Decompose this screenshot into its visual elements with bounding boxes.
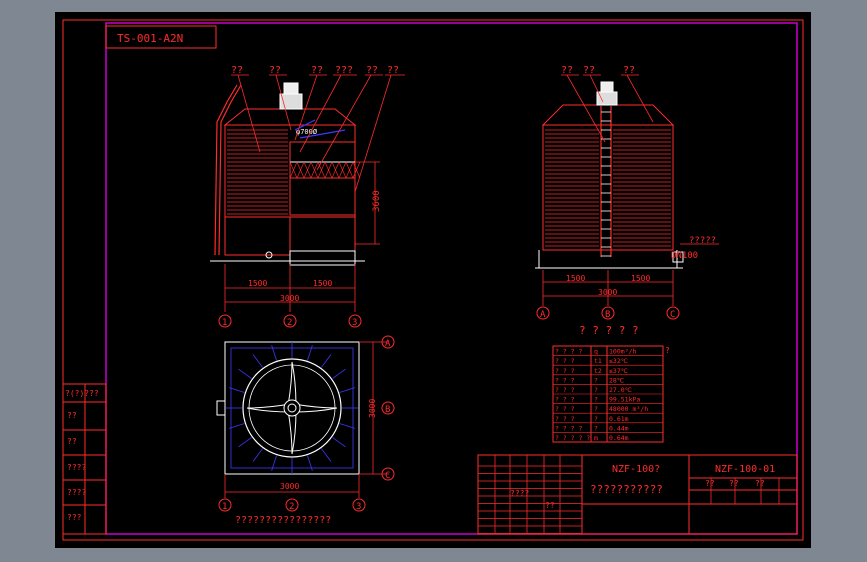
axis-label: A (385, 339, 391, 349)
outlet-label: ????? (689, 236, 716, 246)
spec-cell: ? ? ? (555, 396, 575, 404)
spec-cell: ? (594, 376, 598, 384)
fan-motor-icon (596, 91, 618, 106)
spec-cell: 48000 m³/h (609, 405, 648, 413)
drawing-code: TS-001-A2N (117, 32, 183, 45)
spec-cell: ? (594, 405, 598, 413)
axis-label: B (605, 310, 610, 320)
spec-cell: m (594, 434, 598, 442)
margin-label: ??? (67, 513, 82, 522)
dimension: 3000 (280, 294, 299, 303)
spec-cell: 0.64m (609, 434, 629, 442)
dimension: 1500 (248, 279, 267, 288)
cad-drawing: TS-001-A2N ?(?)??? ?? ?? ???? ???? ??? φ… (62, 19, 804, 541)
spec-cell: 28℃ (609, 376, 625, 384)
model-label: NZF-100? (612, 464, 660, 475)
dimension: 3000 (598, 288, 617, 297)
spec-cell: ? ? ? ? (555, 348, 582, 356)
spec-cell: ≤37℃ (609, 367, 629, 375)
axis-label: 2 (289, 502, 294, 512)
spec-cell: t2 (594, 367, 602, 375)
callout: ?? (623, 65, 635, 76)
spec-cell: ? ? ? (555, 415, 575, 423)
callout: ?? (561, 65, 573, 76)
spec-cell: ≤32℃ (609, 357, 629, 365)
callout: ?? (583, 65, 595, 76)
spec-table-title: ? ? ? ? ? (579, 324, 639, 337)
margin-label: ?? (67, 437, 77, 446)
axis-label: C (385, 471, 390, 481)
spec-cell: 99.51kPa (609, 396, 640, 404)
front-view: φ700Ø ?? ?? ?? ??? ?? ?? 3600 1500 1500 … (210, 65, 405, 328)
spec-cell: ? (594, 415, 598, 423)
callout: ??? (335, 65, 353, 76)
spec-cell: q (594, 348, 598, 356)
side-view: ?? ?? ?? ????? DN100 1500 1500 3000 A B … (535, 65, 719, 320)
callout: ?? (311, 65, 323, 76)
plan-view: 3000 A B C 3000 1 2 3 ???????????????? (216, 335, 395, 526)
tb-label: ?? (545, 501, 555, 510)
axis-label: 1 (222, 318, 227, 328)
spec-table-note: ? (665, 346, 670, 355)
tb-label: ?? (729, 479, 739, 488)
dimension: 1500 (631, 274, 650, 283)
axis-label: 1 (222, 502, 227, 512)
spec-cell: ? ? ? ? ? (555, 434, 590, 442)
plan-caption: ???????????????? (235, 515, 331, 526)
spec-cell: ? (594, 396, 598, 404)
margin-label: ???? (67, 488, 86, 497)
axis-label: A (540, 310, 546, 320)
spec-cell: ? ? ? (555, 367, 575, 375)
axis-label: 2 (287, 318, 292, 328)
dimension: 3000 (368, 399, 377, 418)
nozzle-label: φ700Ø (296, 128, 318, 136)
spec-cell: ? ? ? (555, 405, 575, 413)
tb-label: ?? (705, 479, 715, 488)
spec-cell: 100m³/h (609, 348, 636, 356)
outer-border (62, 19, 804, 541)
drawing-number: NZF-100-01 (715, 464, 775, 475)
dimension: 3600 (372, 190, 382, 212)
margin-label: ???? (67, 463, 86, 472)
outlet-size: DN100 (671, 251, 698, 261)
axis-label: C (670, 310, 675, 320)
spec-cell: t1 (594, 357, 602, 365)
drawing-sheet: TS-001-A2N ?(?)??? ?? ?? ???? ???? ??? φ… (55, 12, 811, 548)
callout: ?? (269, 65, 281, 76)
axis-label: 3 (352, 318, 357, 328)
spec-cell: 27.0℃ (609, 386, 633, 394)
spec-cell: 0.44m (609, 424, 629, 432)
title-block: NZF-100? ??????????? NZF-100-01 ?? ?? ??… (477, 454, 798, 535)
inner-frame (105, 22, 798, 535)
spec-cell: ? (594, 424, 598, 432)
callout: ?? (366, 65, 378, 76)
spec-cell: ? ? ? (555, 357, 575, 365)
callout: ?? (387, 65, 399, 76)
tb-label: ???? (510, 489, 529, 498)
spec-cell: ? ? ? (555, 376, 575, 384)
equipment-name: ??????????? (590, 483, 663, 496)
tb-label: ?? (755, 479, 765, 488)
margin-label: ?? (67, 411, 77, 420)
dimension: 1500 (313, 279, 332, 288)
dimension: 1500 (566, 274, 585, 283)
spec-cell: 0.61m (609, 415, 629, 423)
margin-label: ?(?)??? (65, 389, 99, 398)
spec-table: ? ? ? ? ? ? ? ? ? ? q 100m³/h? ? ? t1 ≤32℃? … (552, 324, 670, 443)
spec-cell: ? (594, 386, 598, 394)
spec-cell: ? ? ? ? (555, 424, 582, 432)
spec-cell: ? ? ? (555, 386, 575, 394)
dimension: 3000 (280, 482, 299, 491)
callout: ?? (231, 65, 243, 76)
left-margin-strip: ?(?)??? ?? ?? ???? ???? ??? (62, 383, 107, 535)
axis-label: B (385, 405, 390, 415)
axis-label: 3 (356, 502, 361, 512)
